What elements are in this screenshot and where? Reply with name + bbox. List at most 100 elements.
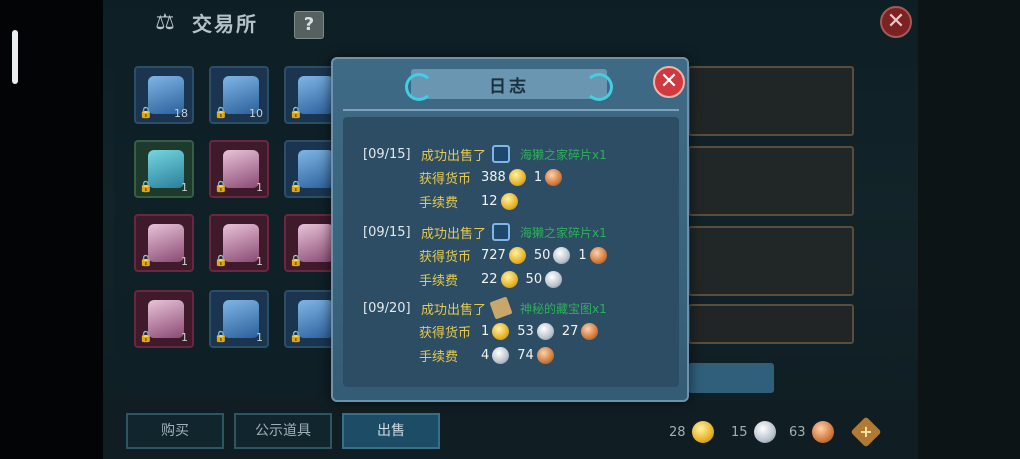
lock-icon: 🔒 (214, 180, 228, 193)
lock-icon: 🔒 (139, 254, 153, 267)
earned-row: 获得货币 1 53 27 (363, 319, 673, 343)
silver-balance: 15 (731, 421, 776, 443)
fragment-icon (492, 223, 511, 241)
lock-icon: 🔒 (139, 106, 153, 119)
fee-row-label: 手续费 (419, 273, 459, 289)
listing-slot[interactable] (688, 66, 854, 136)
log-item-name: 海獭之家碎片x1 (520, 225, 607, 240)
side-drag-handle[interactable] (12, 30, 18, 84)
copper-amount: 63 (789, 424, 806, 440)
earned-row: 获得货币 727 50 1 (363, 243, 673, 267)
inventory-slot[interactable]: 🔒 10 (209, 66, 269, 124)
item-count: 18 (174, 107, 188, 120)
tab-sell[interactable]: 出售 (342, 413, 440, 449)
log-list[interactable]: [09/15] 成功出售了 海獭之家碎片x1 获得货币 388 1 手续费 12 [09/15]… (343, 117, 679, 387)
lock-icon: 🔒 (139, 330, 153, 343)
copper-coin-icon (589, 246, 607, 264)
log-entry: [09/15] 成功出售了 海獭之家碎片x1 获得货币 388 1 手续费 12 (363, 143, 673, 213)
help-button[interactable]: ? (294, 11, 324, 39)
fee-row: 手续费 12 (363, 189, 673, 213)
item-count: 10 (249, 107, 263, 120)
silver-coin-icon (553, 246, 571, 264)
shop-header: ⚖ 交易所 (150, 8, 258, 37)
gold-coin-icon (500, 192, 518, 210)
plus-icon: + (859, 422, 873, 441)
amount: 4 (481, 347, 490, 363)
inventory-slot[interactable]: 🔒1 (134, 290, 194, 348)
listing-action-button[interactable] (688, 363, 774, 393)
fee-row: 手续费 4 74 (363, 343, 673, 367)
earned-row: 获得货币 388 1 (363, 165, 673, 189)
lock-icon: 🔒 (214, 106, 228, 119)
lock-icon: 🔒 (214, 330, 228, 343)
item-icon (298, 224, 334, 262)
copper-coin-icon (811, 421, 834, 443)
treasure-map-icon (489, 296, 513, 320)
log-dialog-title: 日志 (489, 76, 529, 97)
item-icon (298, 76, 334, 114)
gold-coin-icon (492, 322, 510, 340)
item-icon (148, 224, 184, 262)
log-date: [09/15] (363, 146, 411, 162)
listing-slot[interactable] (688, 226, 854, 296)
item-count: 1 (181, 331, 188, 344)
log-dialog-header: 日志 (405, 69, 607, 101)
fee-row-label: 手续费 (419, 195, 459, 211)
silver-coin-icon (545, 270, 563, 288)
inventory-slot[interactable]: 🔒1 (134, 214, 194, 272)
item-count: 1 (256, 255, 263, 268)
fee-row-label: 手续费 (419, 349, 459, 365)
divider (343, 109, 679, 111)
log-entry-header: [09/20] 成功出售了 神秘的藏宝图x1 (363, 296, 673, 320)
shop-title: 交易所 (192, 12, 258, 36)
gold-coin-icon (508, 168, 526, 186)
log-dialog: 日志 ✕ [09/15] 成功出售了 海獭之家碎片x1 获得货币 388 1 手续费 12 [0… (331, 57, 689, 402)
gold-coin-icon (691, 421, 714, 443)
gold-amount: 28 (669, 424, 686, 440)
screen: ⚖ 交易所 ? ✕ 🔒18🔒10🔒🔒1🔒1🔒🔒1🔒1🔒1🔒1🔒1🔒1 购买 公示… (0, 0, 1020, 459)
listing-slot[interactable] (688, 304, 854, 344)
log-entry-header: [09/15] 成功出售了 海獭之家碎片x1 (363, 221, 673, 243)
item-icon (148, 300, 184, 338)
log-entry: [09/20] 成功出售了 神秘的藏宝图x1 获得货币 1 53 27 手续费 4 74 (363, 296, 673, 367)
gold-coin-icon (508, 246, 526, 264)
amount: 53 (517, 323, 534, 339)
log-entry: [09/15] 成功出售了 海獭之家碎片x1 获得货币 727 50 1 手续费 22 50 (363, 221, 673, 291)
amount: 50 (525, 271, 543, 287)
item-icon (223, 300, 259, 338)
amount: 1 (481, 323, 490, 339)
log-close-button[interactable]: ✕ (653, 66, 685, 98)
tab-public-items[interactable]: 公示道具 (234, 413, 332, 449)
inventory-slot[interactable]: 🔒1 (209, 214, 269, 272)
amount: 388 (481, 169, 506, 185)
shop-close-button[interactable]: ✕ (880, 6, 912, 38)
earned-row-label: 获得货币 (419, 249, 472, 265)
log-item-name: 海獭之家碎片x1 (520, 147, 607, 162)
add-currency-button[interactable]: + (850, 416, 882, 448)
inventory-slot[interactable]: 🔒1 (134, 140, 194, 198)
silver-coin-icon (492, 346, 510, 364)
log-date: [09/20] (363, 300, 411, 316)
amount: 12 (481, 193, 498, 209)
amount: 74 (517, 347, 534, 363)
tab-buy[interactable]: 购买 (126, 413, 224, 449)
lock-icon: 🔒 (289, 106, 303, 119)
fragment-icon (492, 145, 511, 163)
item-icon (223, 150, 259, 188)
listing-slot[interactable] (688, 146, 854, 216)
lock-icon: 🔒 (289, 330, 303, 343)
inventory-slot[interactable]: 🔒 18 (134, 66, 194, 124)
inventory-slot[interactable]: 🔒1 (209, 140, 269, 198)
world-view-edge (918, 0, 1020, 459)
item-icon (148, 150, 184, 188)
amount: 27 (561, 323, 579, 339)
inventory-slot[interactable]: 🔒1 (209, 290, 269, 348)
item-icon (223, 224, 259, 262)
copper-balance: 63 (789, 421, 834, 443)
copper-coin-icon (545, 168, 563, 186)
balance-scale-icon: ⚖ (155, 9, 175, 35)
fee-row: 手续费 22 50 (363, 267, 673, 291)
silver-coin-icon (753, 421, 776, 443)
gold-coin-icon (500, 270, 518, 288)
lock-icon: 🔒 (139, 180, 153, 193)
